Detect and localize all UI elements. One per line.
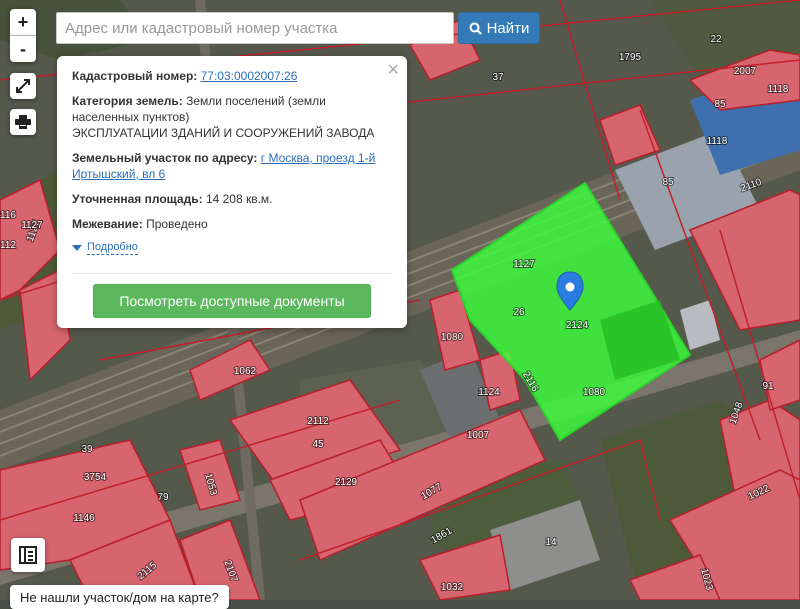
details-toggle[interactable]: Подробно [72,241,392,255]
not-found-link[interactable]: Не нашли участок/дом на карте? [10,585,229,609]
parcel-number-label: 45 [312,439,324,450]
parcel-number-label: 1062 [234,366,257,377]
parcel-number-label: 1032 [441,582,464,593]
area-label: Уточненная площадь: [72,192,203,206]
legend-button[interactable] [11,538,45,572]
parcel-number-label: 1146 [73,513,95,524]
search-icon [469,22,482,35]
address-row: Земельный участок по адресу: г Москва, п… [72,150,392,182]
parcel-number-label: 1127 [21,220,43,231]
parcel-number-label: 37 [492,72,504,83]
fullscreen-icon [16,79,30,93]
search-input[interactable] [56,12,454,44]
parcel-number-label: 1118 [707,136,728,147]
parcel-number-label: 1127 [513,259,535,270]
zoom-out-button[interactable]: - [10,36,36,62]
print-button[interactable] [10,109,36,135]
parcel-number-label: 22 [710,34,722,45]
parcel-number-label: 1080 [583,387,606,398]
parcel-number-label: 1080 [441,332,464,343]
parcel-number-label: 112 [0,240,16,251]
area-row: Уточненная площадь: 14 208 кв.м. [72,191,392,207]
search-button[interactable]: Найти [458,12,540,44]
land-category-label: Категория земель: [72,94,183,108]
parcel-number-label: 1124 [478,387,500,398]
parcel-number-label: 1118 [768,84,789,95]
parcel-number-label: 85 [662,177,674,188]
parcel-number-label: 2007 [734,66,757,77]
parcel-number-label: 14 [545,537,557,548]
survey-label: Межевание: [72,217,143,231]
cadastral-number-row: Кадастровый номер: 77:03:0002007:26 [72,68,392,84]
close-icon[interactable]: × [387,59,399,81]
popup-divider [72,273,392,274]
search-button-label: Найти [486,19,530,37]
cadastral-number-label: Кадастровый номер: [72,69,198,83]
parcel-number-label: 26 [513,307,525,318]
parcel-number-label: 3754 [84,472,107,483]
parcel-number-label: 2124 [566,320,589,331]
zoom-in-button[interactable]: + [10,9,36,35]
fullscreen-button[interactable] [10,73,36,99]
view-documents-button[interactable]: Посмотреть доступные документы [93,284,371,318]
parcel-number-label: 116 [0,210,16,221]
parcel-number-label: 2129 [335,477,358,488]
parcel-number-label: 2112 [307,416,329,427]
survey-row: Межевание: Проведено [72,216,392,232]
land-category-row: Категория земель: Земли поселений (земли… [72,93,392,141]
parcel-number-label: 79 [157,492,169,503]
details-link[interactable]: Подробно [87,241,138,255]
parcel-number-label: 39 [81,444,93,455]
parcel-number-label: 1007 [467,430,490,441]
address-label: Земельный участок по адресу: [72,151,258,165]
parcel-number-label: 1795 [619,52,642,63]
legend-icon [19,546,37,564]
parcel-number-label: 91 [762,381,774,392]
parcel-info-popup: × Кадастровый номер: 77:03:0002007:26 Ка… [57,56,407,328]
area-value: 14 208 кв.м. [205,192,273,206]
cadastral-number-link[interactable]: 77:03:0002007:26 [201,69,298,83]
caret-down-icon [72,245,82,251]
parcel-number-label: 85 [714,99,726,110]
printer-icon [15,115,31,129]
land-category-extra: ЭКСПЛУАТАЦИИ ЗДАНИЙ И СООРУЖЕНИЙ ЗАВОДА [72,126,375,140]
survey-value: Проведено [146,217,208,231]
